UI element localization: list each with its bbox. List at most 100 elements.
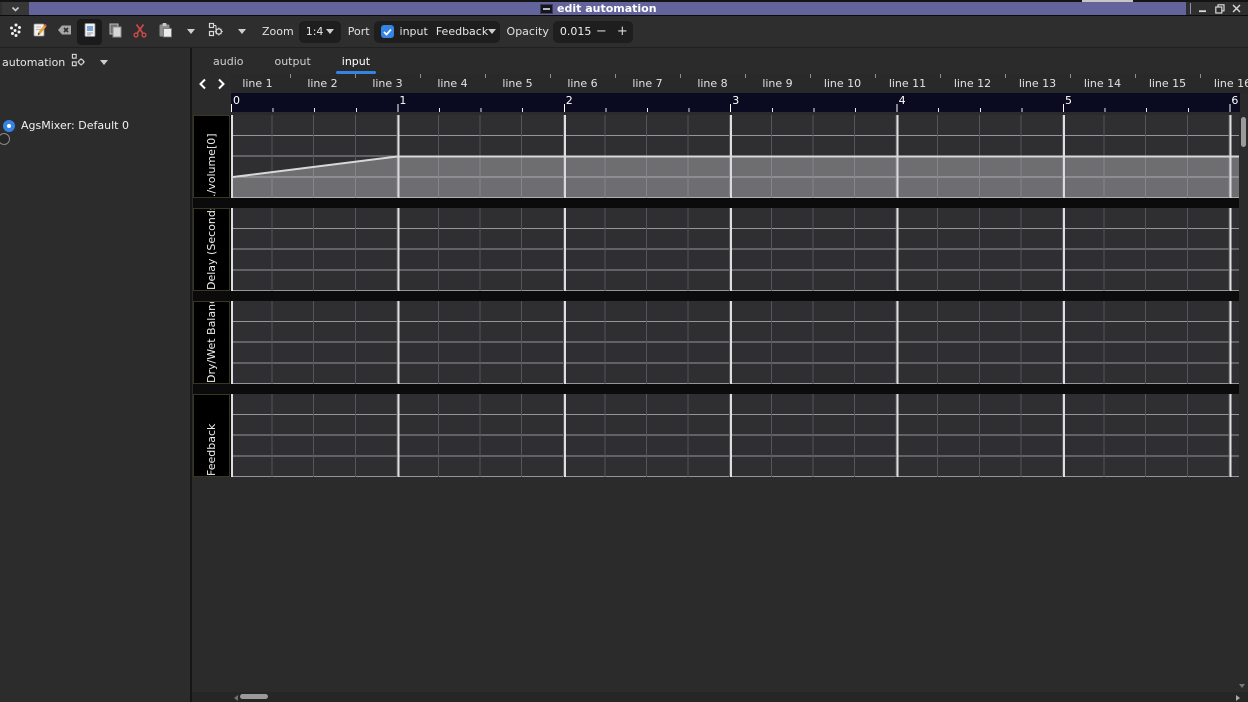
tab-output[interactable]: output — [263, 48, 321, 74]
zoom-select[interactable]: 1:4 — [299, 21, 341, 43]
line-header[interactable]: line 4 — [420, 74, 485, 93]
minimize-button[interactable] — [1197, 3, 1208, 14]
window-menu-button[interactable] — [2, 2, 29, 15]
lane-label: Feedback — [193, 394, 230, 477]
radio-selected-icon[interactable] — [3, 120, 15, 132]
line-header-label: line 10 — [824, 77, 861, 90]
port-checkbox[interactable] — [381, 25, 394, 38]
line-header[interactable]: line 14 — [1070, 74, 1135, 93]
controls-separator — [1190, 3, 1191, 14]
horizontal-scrollbar-thumb[interactable] — [240, 694, 268, 699]
automation-grid-drywet[interactable] — [231, 301, 1239, 384]
position-tool-button[interactable] — [2, 19, 27, 45]
automation-lane-drywet: Dry/Wet Balance — [193, 301, 1239, 384]
automation-editor: audio output input line 1 line 2 line 3 … — [192, 48, 1248, 702]
select-tool-button[interactable] — [77, 19, 102, 45]
tab-label: output — [274, 55, 310, 68]
opacity-spinbox[interactable]: 0.015 − + — [553, 21, 633, 43]
line-header[interactable]: line 9 — [745, 74, 810, 93]
line-header[interactable]: line 16 — [1200, 74, 1248, 93]
line-header-label: line 16 — [1214, 77, 1248, 90]
scroll-down-arrow-icon[interactable] — [1239, 684, 1245, 688]
app-icon — [540, 4, 553, 14]
machine-selector-caret[interactable] — [100, 60, 108, 65]
line-header[interactable]: line 11 — [875, 74, 940, 93]
vertical-scrollbar-thumb[interactable] — [1241, 117, 1246, 147]
port-label: Port — [348, 25, 370, 38]
line-header-label: line 1 — [242, 77, 272, 90]
clear-tool-button[interactable] — [52, 19, 77, 45]
automation-area — [231, 157, 1239, 199]
scroll-left-button[interactable] — [194, 75, 212, 93]
line-header[interactable]: line 7 — [615, 74, 680, 93]
scroll-left-arrow-icon[interactable] — [234, 695, 238, 701]
line-header-strip: line 1 line 2 line 3 line 4 line 5 line … — [231, 74, 1248, 93]
horizontal-scrollbar[interactable] — [192, 692, 1248, 702]
clear-icon — [56, 22, 73, 41]
tab-label: audio — [213, 55, 243, 68]
line-header-label: line 9 — [762, 77, 792, 90]
scroll-right-button[interactable] — [212, 75, 230, 93]
automation-tool-button[interactable] — [203, 19, 228, 45]
tab-input[interactable]: input — [331, 48, 381, 74]
automation-grid-volume[interactable] — [231, 115, 1239, 198]
port-select[interactable]: input Feedback — [374, 21, 500, 43]
chevron-down-icon — [238, 29, 246, 34]
tab-audio[interactable]: audio — [202, 48, 254, 74]
opacity-value[interactable]: 0.015 — [553, 25, 591, 38]
ruler-mark: 2 — [566, 94, 573, 107]
automation-header: automation — [2, 53, 108, 71]
line-header[interactable]: line 2 — [290, 74, 355, 93]
scope-tabbar: audio output input — [192, 48, 1248, 74]
titlebar[interactable]: edit automation — [2, 2, 1246, 15]
scroll-right-arrow-icon[interactable] — [1236, 695, 1240, 701]
machine-label: AgsMixer: Default 0 — [21, 119, 129, 132]
close-button[interactable] — [1231, 3, 1242, 14]
line-header[interactable]: line 12 — [940, 74, 1005, 93]
chevron-down-icon — [488, 29, 496, 34]
tab-label: input — [342, 55, 370, 68]
opacity-decrement-button[interactable]: − — [591, 21, 612, 43]
paste-options-caret[interactable] — [183, 19, 198, 45]
line-header[interactable]: line 6 — [550, 74, 615, 93]
line-header[interactable]: line 1 — [231, 74, 290, 93]
restore-button[interactable] — [1214, 3, 1225, 14]
automation-grid-feedback[interactable] — [231, 394, 1239, 477]
line-header[interactable]: line 8 — [680, 74, 745, 93]
zoom-value: 1:4 — [306, 25, 324, 38]
lane-label-text: Dry/Wet Balance — [205, 301, 218, 383]
machine-radio-row[interactable]: AgsMixer: Default 0 — [3, 119, 129, 132]
copy-tool-button[interactable] — [102, 19, 127, 45]
line-header[interactable]: line 5 — [485, 74, 550, 93]
timeline-ruler[interactable]: 0 1 2 3 4 5 6 — [231, 93, 1240, 112]
line-header-label: line 12 — [954, 77, 991, 90]
position-icon — [7, 22, 23, 41]
paste-tool-button[interactable] — [152, 19, 177, 45]
ruler-mark: 3 — [732, 94, 739, 107]
lane-label: Delay (Seconds) — [193, 208, 230, 291]
line-header[interactable]: line 10 — [810, 74, 875, 93]
zoom-label: Zoom — [262, 25, 294, 38]
line-header[interactable]: line 13 — [1005, 74, 1070, 93]
automation-curve-svg — [231, 115, 1239, 198]
window-controls — [1186, 2, 1246, 15]
cut-tool-button[interactable] — [127, 19, 152, 45]
line-header[interactable]: line 15 — [1135, 74, 1200, 93]
line-header-label: line 11 — [889, 77, 926, 90]
line-header-label: line 7 — [632, 77, 662, 90]
machine-radio-row[interactable] — [0, 133, 16, 145]
toolbar: Zoom 1:4 Port input Feedback Opacity 0.0… — [0, 16, 1248, 48]
line-header[interactable]: line 3 — [355, 74, 420, 93]
automation-title: automation — [2, 56, 65, 69]
ruler-mark: 1 — [399, 94, 406, 107]
ruler-mark: 4 — [899, 94, 906, 107]
automation-grid-delay[interactable] — [231, 208, 1239, 291]
select-icon — [82, 22, 98, 41]
opacity-increment-button[interactable]: + — [612, 21, 633, 43]
ruler-mark: 6 — [1231, 94, 1238, 107]
line-header-label: line 14 — [1084, 77, 1121, 90]
ruler-mark: 5 — [1065, 94, 1072, 107]
edit-tool-button[interactable] — [27, 19, 52, 45]
automation-options-caret[interactable] — [234, 19, 249, 45]
radio-unselected-icon[interactable] — [0, 133, 10, 145]
